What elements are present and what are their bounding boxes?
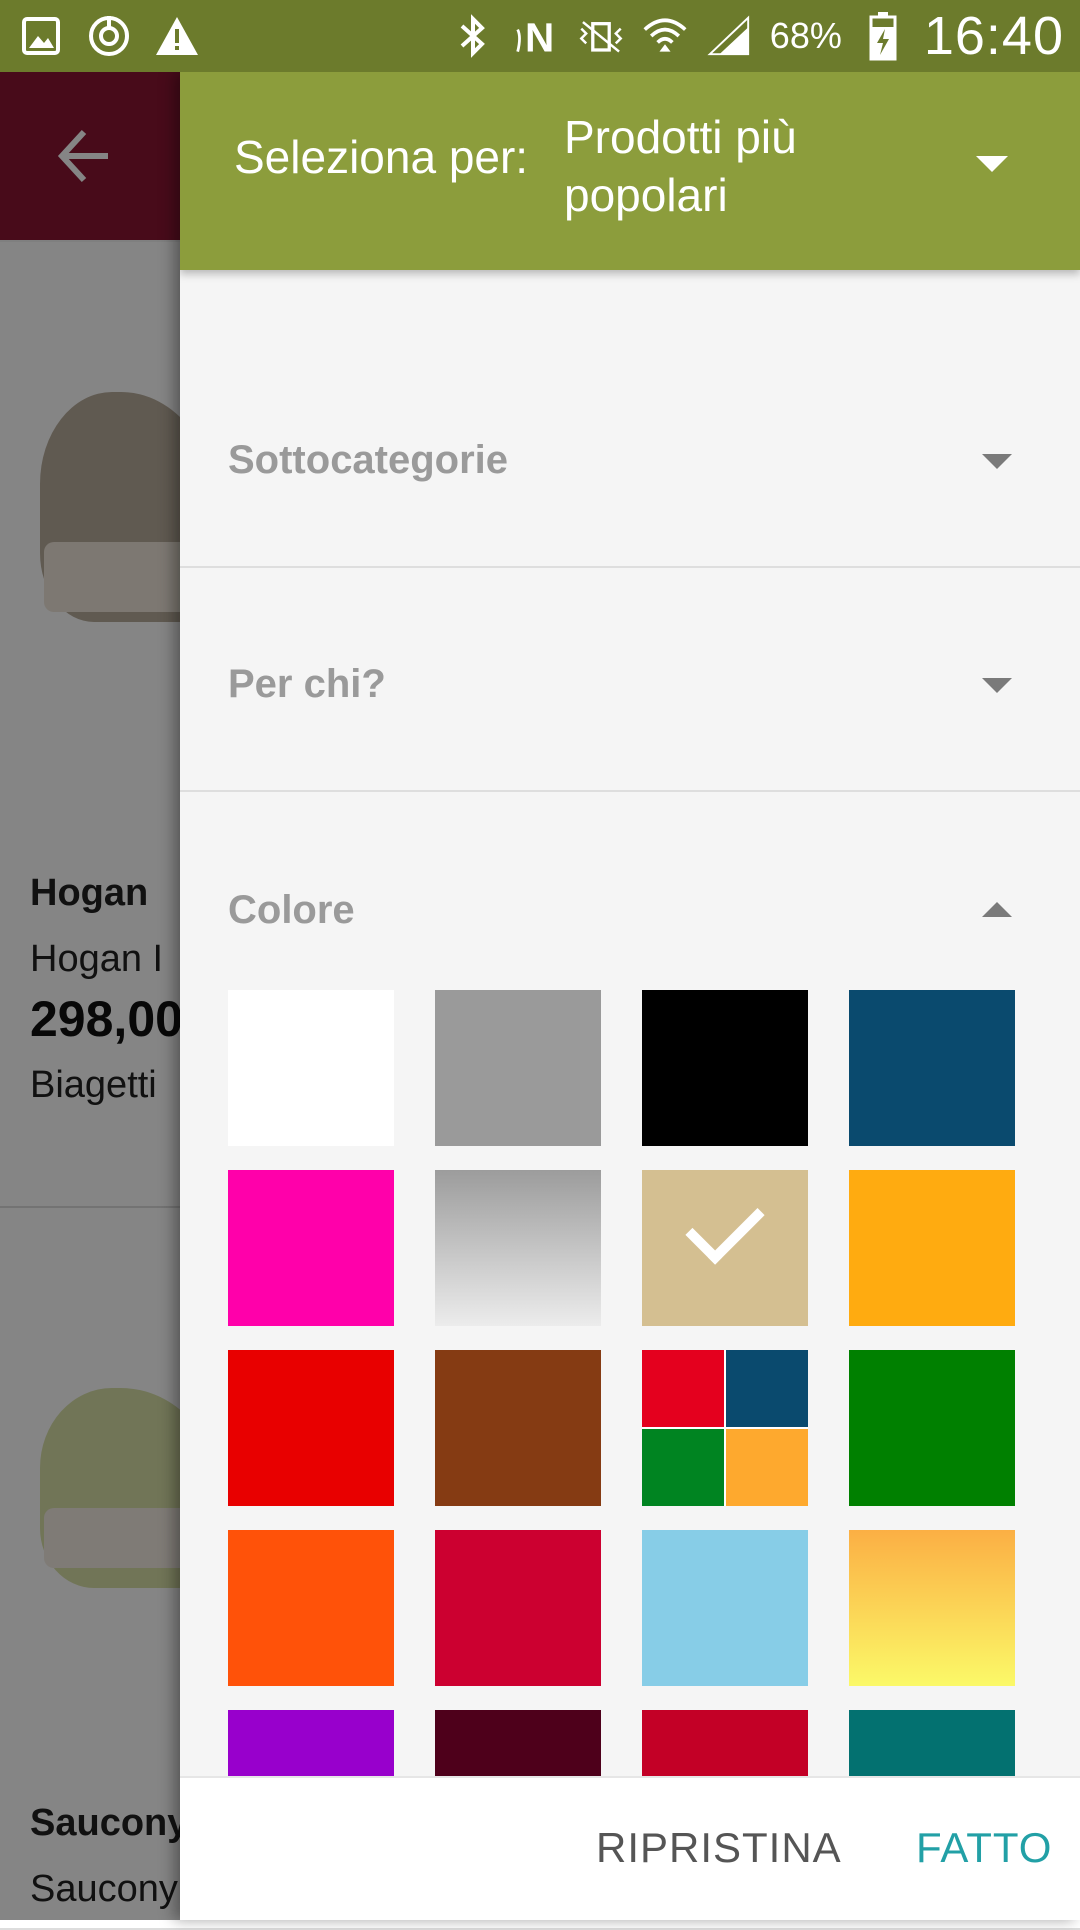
color-swatch-green[interactable] bbox=[849, 1350, 1015, 1506]
section-for-who[interactable]: Per chi? bbox=[180, 568, 1080, 790]
color-swatch-yellow-orange[interactable] bbox=[849, 1170, 1015, 1326]
nfc-icon: N bbox=[514, 13, 560, 59]
drawer-footer: RIPRISTINA FATTO bbox=[180, 1776, 1080, 1920]
color-swatch-brown[interactable] bbox=[435, 1350, 601, 1506]
color-swatch-navy[interactable] bbox=[849, 990, 1015, 1146]
section-title: Per chi? bbox=[228, 662, 386, 706]
multicolor-quadrant bbox=[642, 1429, 724, 1506]
color-swatch-pink[interactable] bbox=[228, 1170, 394, 1326]
bluetooth-icon bbox=[450, 13, 496, 59]
color-swatch-multicolor[interactable] bbox=[642, 1350, 808, 1506]
sort-dropdown-icon[interactable] bbox=[976, 156, 1008, 172]
signal-icon bbox=[706, 13, 752, 59]
color-swatch-orange[interactable] bbox=[228, 1530, 394, 1686]
color-swatch-grey[interactable] bbox=[435, 990, 601, 1146]
battery-percent: 68% bbox=[769, 15, 842, 56]
chevron-down-icon[interactable] bbox=[982, 678, 1012, 693]
color-swatch-light-blue[interactable] bbox=[642, 1530, 808, 1686]
status-bar-left bbox=[18, 10, 200, 62]
color-swatch-black[interactable] bbox=[642, 990, 808, 1146]
color-swatch-white[interactable] bbox=[228, 990, 394, 1146]
section-subcategories[interactable]: Sottocategorie bbox=[180, 270, 1080, 566]
sort-bar[interactable]: Seleziona per: Prodotti più popolari bbox=[180, 72, 1080, 270]
filter-drawer: Seleziona per: Prodotti più popolari Sot… bbox=[180, 72, 1080, 1920]
sync-icon bbox=[86, 13, 132, 59]
status-bar-right: N 68% 16:40 bbox=[450, 6, 1064, 66]
color-swatch-silver[interactable] bbox=[435, 1170, 601, 1326]
warning-icon bbox=[154, 13, 200, 59]
reset-button[interactable]: RIPRISTINA bbox=[596, 1824, 842, 1872]
section-title: Colore bbox=[228, 888, 355, 932]
color-swatch-crimson[interactable] bbox=[435, 1530, 601, 1686]
sort-label: Seleziona per: bbox=[234, 131, 529, 183]
section-color[interactable]: Colore bbox=[180, 792, 1080, 982]
battery-charging-icon bbox=[860, 12, 906, 61]
wifi-icon bbox=[642, 13, 688, 59]
svg-text:N: N bbox=[525, 15, 554, 59]
color-swatch-gold[interactable] bbox=[849, 1530, 1015, 1686]
done-button[interactable]: FATTO bbox=[916, 1824, 1052, 1872]
multicolor-quadrant bbox=[642, 1350, 724, 1427]
clock: 16:40 bbox=[923, 6, 1064, 66]
color-swatch-beige[interactable] bbox=[642, 1170, 808, 1326]
multicolor-quadrant bbox=[726, 1429, 808, 1506]
checkmark-icon bbox=[685, 1185, 765, 1265]
multicolor-quadrant bbox=[726, 1350, 808, 1427]
chevron-down-icon[interactable] bbox=[982, 454, 1012, 469]
status-bar: N 68% 16:40 bbox=[0, 0, 1080, 72]
chevron-up-icon[interactable] bbox=[982, 902, 1012, 917]
image-icon bbox=[18, 13, 64, 59]
section-title: Sottocategorie bbox=[228, 438, 509, 482]
sort-value[interactable]: Prodotti più popolari bbox=[564, 108, 924, 224]
vibrate-icon bbox=[578, 13, 624, 59]
color-swatch-red[interactable] bbox=[228, 1350, 394, 1506]
